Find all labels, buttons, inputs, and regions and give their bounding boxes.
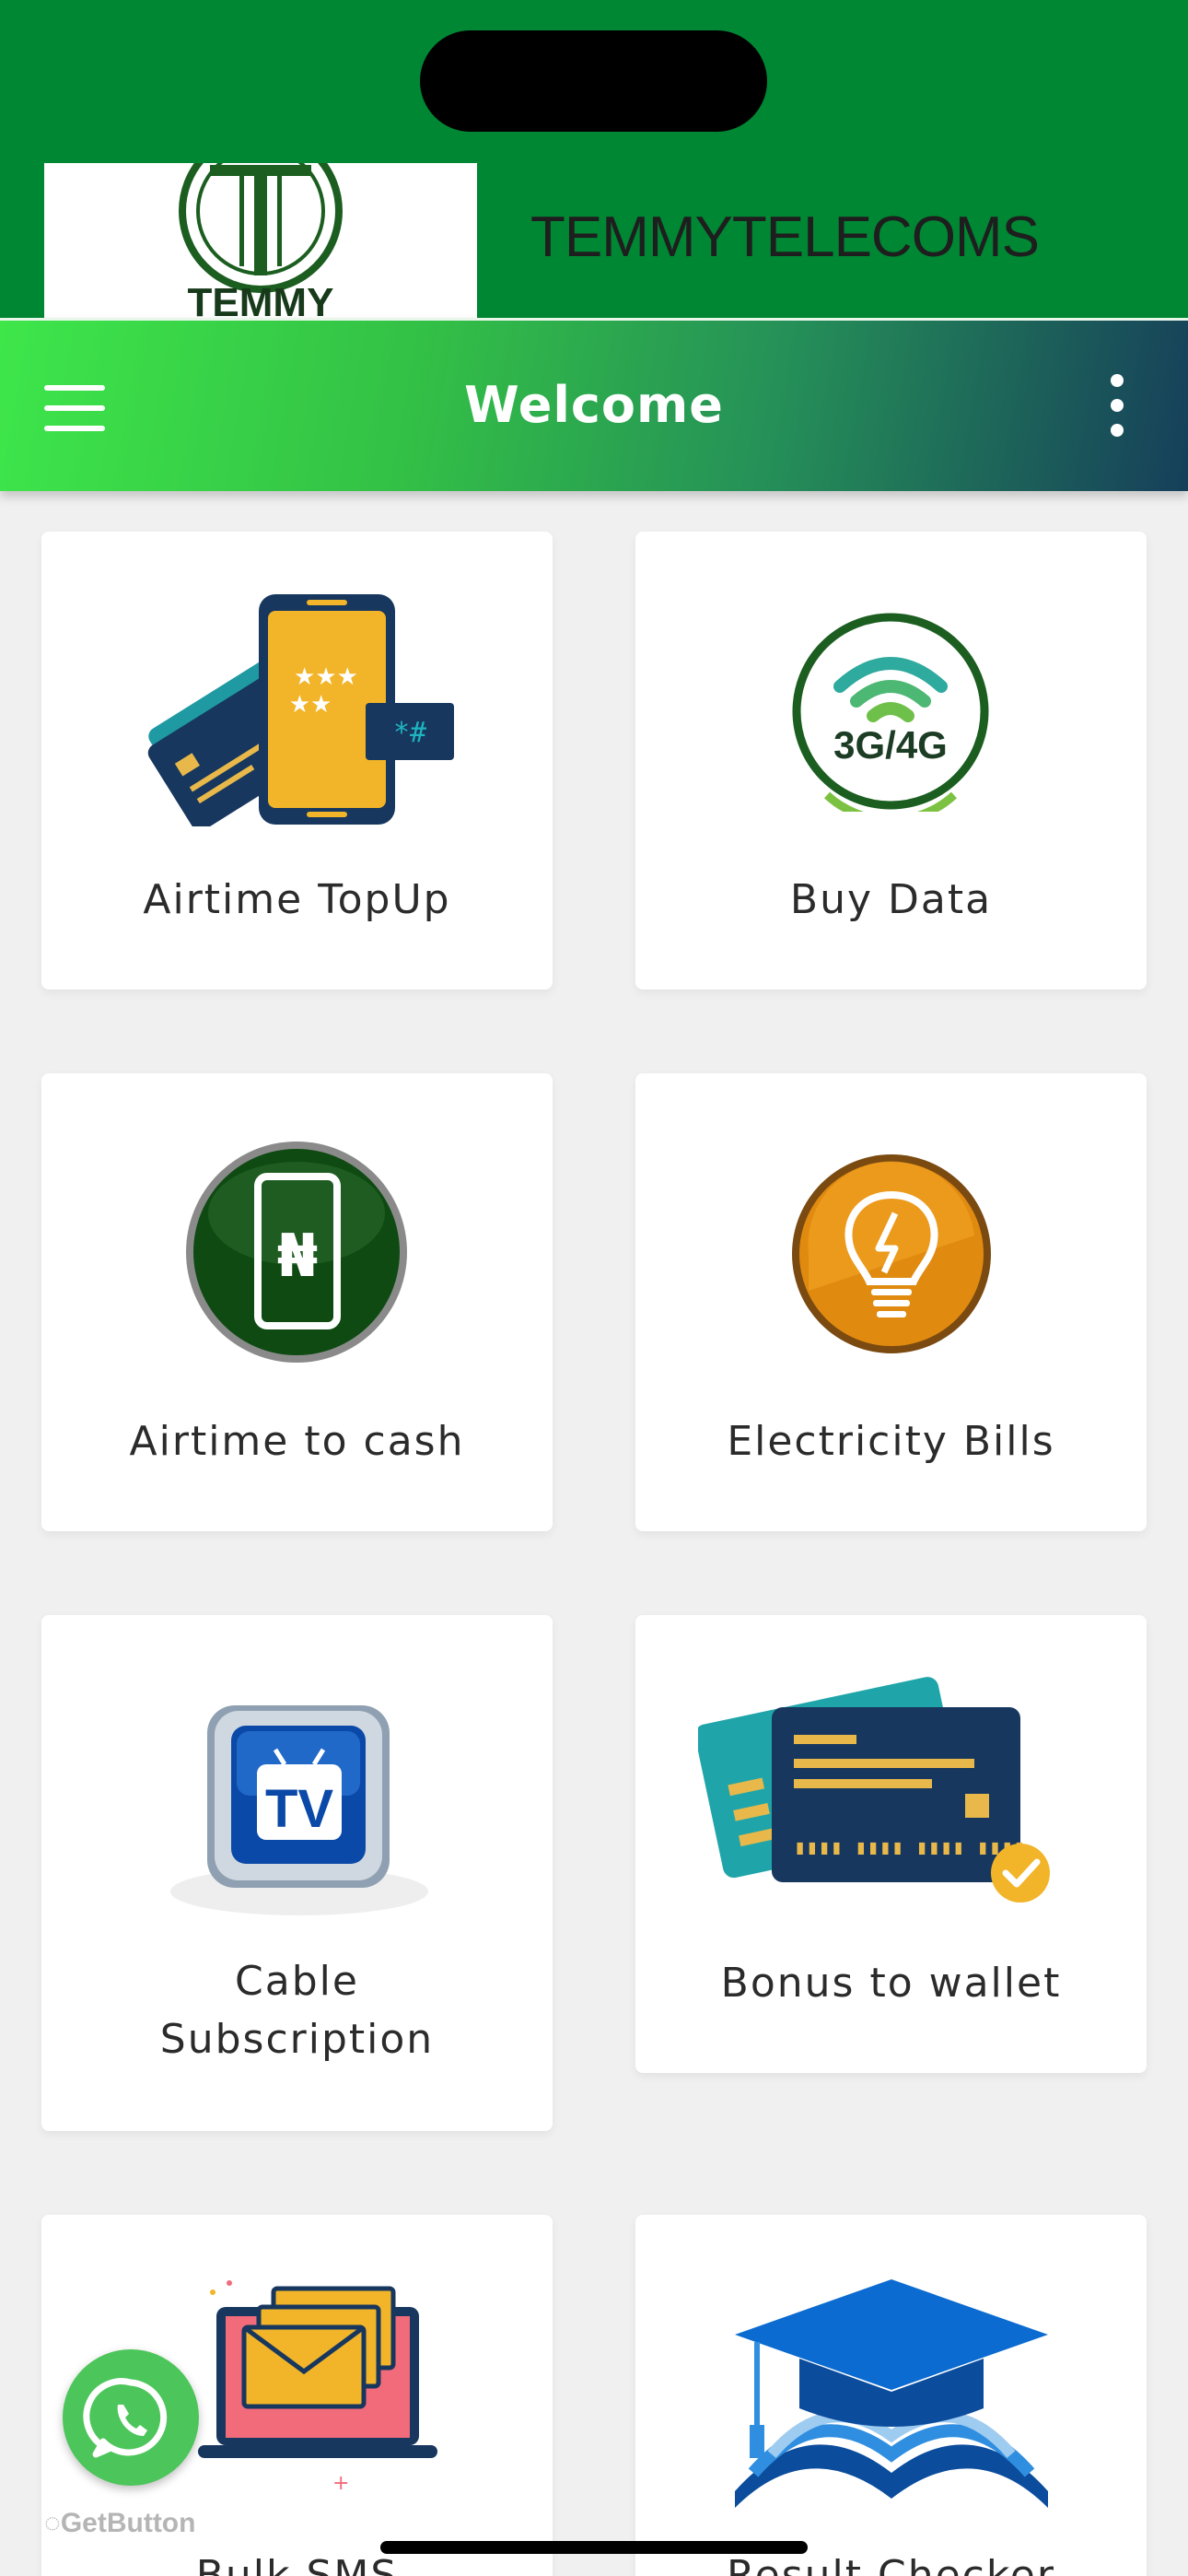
tile-result-checker[interactable]: Result Checker (635, 2215, 1147, 2576)
tile-airtime-to-cash[interactable]: ₦ Airtime to cash (41, 1073, 553, 1531)
electricity-bulb-icon (792, 1154, 991, 1353)
svg-text:★★: ★★ (289, 691, 332, 719)
bulk-sms-icon: + (198, 2280, 437, 2495)
tile-label: Bonus to wallet (720, 1960, 1062, 2007)
tile-buy-data[interactable]: 3G/4G Buy Data (635, 532, 1147, 989)
buy-data-icon: 3G/4G (792, 613, 989, 812)
dynamic-island (420, 30, 767, 132)
graduation-cap-icon (735, 2279, 1048, 2508)
tile-label: Airtime to cash (129, 1418, 465, 1465)
whatsapp-icon (83, 2378, 168, 2458)
bonus-card-icon: ▮▮▮▮ ▮▮▮▮ ▮▮▮▮ ▮▮▮▮ (698, 1677, 1050, 1903)
svg-text:*#: *# (393, 717, 426, 749)
svg-text:★★★: ★★★ (294, 663, 358, 691)
tile-cable-subscription[interactable]: TV Cable Subscription (41, 1615, 553, 2131)
tile-label-line1: Cable (235, 1958, 359, 2005)
tile-label-line2: Subscription (159, 2016, 435, 2063)
svg-text:TV: TV (265, 1779, 333, 1839)
tile-bonus-to-wallet[interactable]: ▮▮▮▮ ▮▮▮▮ ▮▮▮▮ ▮▮▮▮ Bonus to wallet (635, 1615, 1147, 2073)
getbutton-icon: ◌ (44, 2508, 61, 2538)
more-options-icon[interactable] (1103, 374, 1131, 440)
page-title: Welcome (464, 376, 724, 434)
temmy-logo: TEMMY (44, 163, 477, 318)
tile-label: Airtime TopUp (143, 876, 451, 923)
svg-text:▮▮▮▮ ▮▮▮▮ ▮▮▮▮ ▮▮▮▮: ▮▮▮▮ ▮▮▮▮ ▮▮▮▮ ▮▮▮▮ (794, 1836, 1026, 1859)
tile-label: Buy Data (789, 876, 993, 923)
airtime-topup-icon: ★★★ ★★ *# (147, 594, 454, 826)
tile-electricity-bills[interactable]: Electricity Bills (635, 1073, 1147, 1531)
logo-wordmark: TEMMY (188, 280, 334, 318)
svg-text:3G/4G: 3G/4G (833, 723, 948, 767)
home-indicator (380, 2541, 808, 2554)
svg-text:+: + (332, 2472, 349, 2495)
tv-icon: TV (170, 1705, 428, 1915)
top-header: TEMMY TEMMYTELECOMS (0, 0, 1188, 318)
whatsapp-button[interactable] (63, 2349, 199, 2486)
brand-title: TEMMYTELECOMS (530, 205, 1040, 269)
airtime-to-cash-icon: ₦ (186, 1142, 407, 1363)
svg-text:₦: ₦ (277, 1223, 319, 1291)
app-bar: Welcome (0, 318, 1188, 491)
getbutton-label[interactable]: ◌GetButton (44, 2508, 195, 2539)
tile-label: Electricity Bills (727, 1418, 1055, 1465)
tile-airtime-topup[interactable]: ★★★ ★★ *# Airtime TopUp (41, 532, 553, 989)
